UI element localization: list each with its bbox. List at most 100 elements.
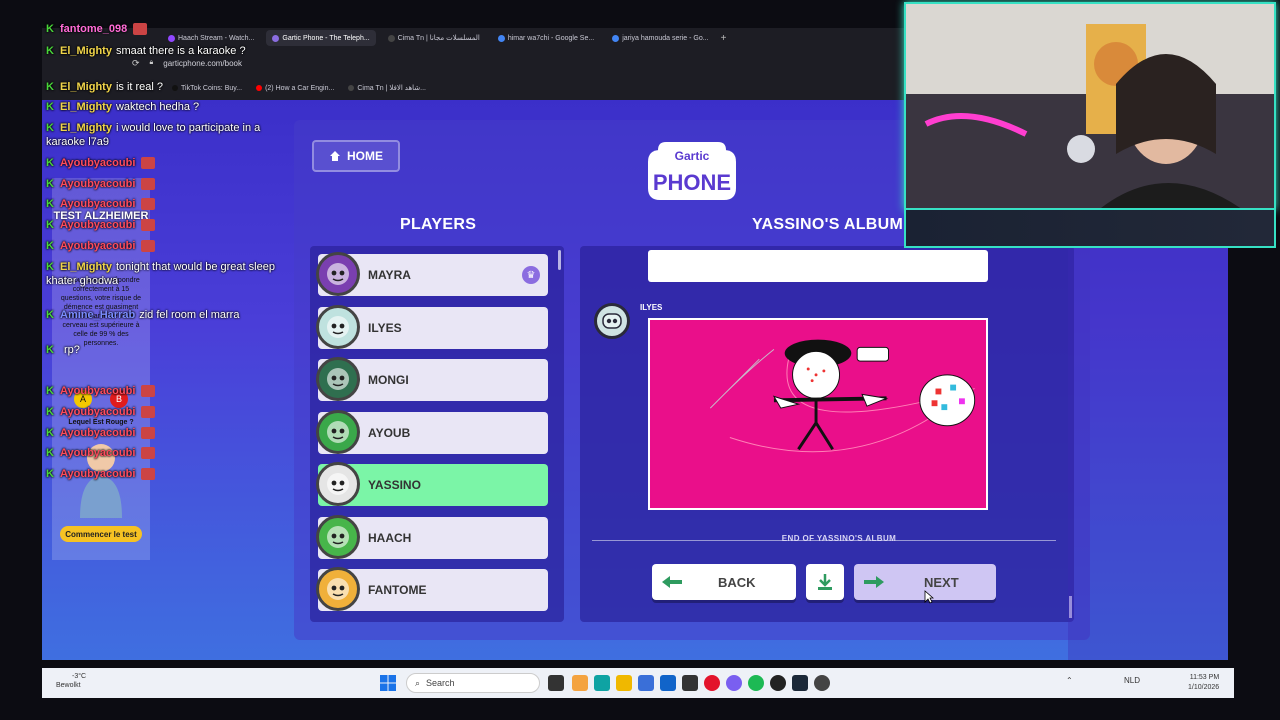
player-item[interactable]: MONGI — [316, 357, 548, 401]
player-avatar — [316, 409, 360, 454]
chat-username[interactable]: Ayoubyacoubi — [60, 406, 135, 418]
chat-username[interactable]: fantome_098 — [60, 23, 127, 35]
task-view-icon[interactable] — [548, 675, 564, 691]
character-avatar-icon — [327, 315, 349, 338]
back-button[interactable]: BACK — [652, 564, 796, 600]
tab-favicon-icon — [497, 34, 505, 42]
chat-message: K El_Mighty tonight that would be great sl… — [46, 260, 276, 288]
opera-icon[interactable] — [704, 675, 720, 691]
player-item[interactable]: AYOUB — [316, 409, 548, 454]
chat-username[interactable]: Ayoubyacoubi — [60, 219, 135, 231]
kick-badge-icon: K — [46, 45, 54, 57]
webcam-footer-bar — [904, 210, 1276, 248]
player-avatar — [316, 252, 360, 296]
kick-badge-icon: K — [46, 157, 54, 169]
copilot-icon[interactable] — [572, 675, 588, 691]
gartic-phone-logo: Gartic PHONE — [648, 142, 736, 200]
chat-username[interactable]: Ayoubyacoubi — [60, 427, 135, 439]
kick-badge-icon: K — [46, 406, 54, 418]
chat-username[interactable]: El_Mighty — [60, 45, 112, 57]
players-title: PLAYERS — [400, 216, 477, 233]
chat-username[interactable]: Ayoubyacoubi — [60, 178, 135, 190]
taskbar-search[interactable]: ⌕ Search — [406, 673, 540, 693]
system-clock[interactable]: 11:53 PM 1/10/2026 — [1188, 673, 1219, 693]
bookmark-item[interactable]: Cima Tn | شاهد الافلا... — [348, 84, 426, 92]
kick-badge-icon: K — [46, 447, 54, 459]
chat-username[interactable]: El_Mighty — [60, 101, 112, 113]
browser-tab[interactable]: Cima Tn | المسلسلات مجانا — [382, 30, 486, 46]
kick-badge-icon: K — [46, 309, 54, 321]
previous-answer-box — [648, 250, 988, 282]
chat-username[interactable]: Ayoubyacoubi — [60, 198, 135, 210]
chat-message: K Amine_Harrab zid fel room el marra — [46, 308, 276, 322]
chat-username[interactable]: Amine_Harrab — [60, 309, 135, 321]
chat-username[interactable]: Ayoubyacoubi — [60, 385, 135, 397]
new-tab-button[interactable]: + — [721, 33, 727, 44]
discord-icon[interactable] — [726, 675, 742, 691]
chat-message: K Ayoubyacoubi — [46, 197, 276, 211]
robot-avatar-icon — [602, 313, 622, 329]
store-icon[interactable] — [638, 675, 654, 691]
terminal-icon[interactable] — [682, 675, 698, 691]
download-button[interactable] — [806, 564, 844, 600]
kick-badge-icon: K — [46, 198, 54, 210]
steam-icon[interactable] — [792, 675, 808, 691]
tab-label: jariya hamouda serie - Go... — [622, 34, 709, 42]
player-avatar — [316, 304, 360, 349]
weather-widget[interactable]: -3°C Bewolkt — [56, 672, 86, 690]
temperature: -3°C — [72, 673, 87, 680]
character-avatar-icon — [327, 368, 349, 390]
media-player-icon[interactable] — [814, 675, 830, 691]
album-scrollbar[interactable] — [1069, 596, 1072, 618]
screen: Haach Stream - Watch... Gartic Phone - Th… — [0, 0, 1280, 720]
chat-username[interactable]: El_Mighty — [60, 261, 112, 273]
chat-username[interactable]: Ayoubyacoubi — [60, 447, 135, 459]
language-indicator[interactable]: NLD — [1124, 676, 1140, 685]
chat-message: Kfantome_098 — [46, 22, 276, 36]
character-avatar-icon — [327, 263, 349, 285]
chat-username[interactable]: Ayoubyacoubi — [60, 468, 135, 480]
emote-icon — [141, 178, 156, 191]
spotify-icon[interactable] — [748, 675, 764, 691]
obs-icon[interactable] — [770, 675, 786, 691]
kick-badge-icon: K — [46, 81, 54, 93]
player-item[interactable]: ILYES — [316, 304, 548, 349]
emote-icon — [141, 240, 156, 253]
edge-icon[interactable] — [594, 675, 610, 691]
stream-chat: Kfantome_098 K El_Mighty smaat there is a k… — [44, 22, 304, 492]
character-avatar-icon — [327, 578, 349, 600]
players-scrollbar[interactable] — [558, 250, 561, 270]
windows-taskbar: -3°C Bewolkt ⌕ Search ⌃ NLD 11:53 PM 1/1… — [42, 668, 1234, 698]
home-icon — [330, 151, 340, 161]
search-placeholder: Search — [426, 678, 455, 688]
player-item[interactable]: FANTOME — [316, 567, 548, 611]
chat-username[interactable]: Ayoubyacoubi — [60, 240, 135, 252]
webcam-feed — [904, 2, 1276, 210]
player-name: MONGI — [368, 373, 409, 387]
logo-phone-text: PHONE — [653, 170, 731, 195]
browser-tab[interactable]: himar wa7chi - Google Se... — [492, 30, 600, 46]
ad-cta-button[interactable]: Commencer le test — [60, 526, 142, 542]
emote-icon — [133, 23, 148, 36]
file-explorer-icon[interactable] — [616, 675, 632, 691]
chat-message: K El_Mighty waktech hedha ? — [46, 100, 276, 114]
back-arrow-icon — [662, 576, 682, 588]
chevron-up-icon[interactable]: ⌃ — [1066, 676, 1073, 685]
chat-message: K Ayoubyacoubi — [46, 384, 276, 398]
drawing-author-avatar — [594, 303, 630, 339]
chat-username[interactable]: El_Mighty — [60, 81, 112, 93]
home-button[interactable]: HOME — [312, 140, 400, 172]
kick-badge-icon: K — [46, 468, 54, 480]
chat-message: K Ayoubyacoubi — [46, 467, 276, 481]
kick-badge-icon: K — [46, 261, 54, 273]
chat-username[interactable]: Ayoubyacoubi — [60, 157, 135, 169]
player-item[interactable]: YASSINO — [316, 462, 548, 506]
player-avatar — [316, 567, 360, 611]
outlook-icon[interactable] — [660, 675, 676, 691]
players-list[interactable]: MAYRA ♛ ILYES MONGI AYOUB YASSINO HAACH FANTOME — [310, 246, 564, 622]
windows-start-icon[interactable] — [380, 675, 396, 691]
browser-tab[interactable]: jariya hamouda serie - Go... — [606, 30, 714, 46]
player-item[interactable]: MAYRA ♛ — [316, 252, 548, 296]
webcam-image — [906, 4, 1274, 208]
chat-username[interactable]: El_Mighty — [60, 122, 112, 134]
